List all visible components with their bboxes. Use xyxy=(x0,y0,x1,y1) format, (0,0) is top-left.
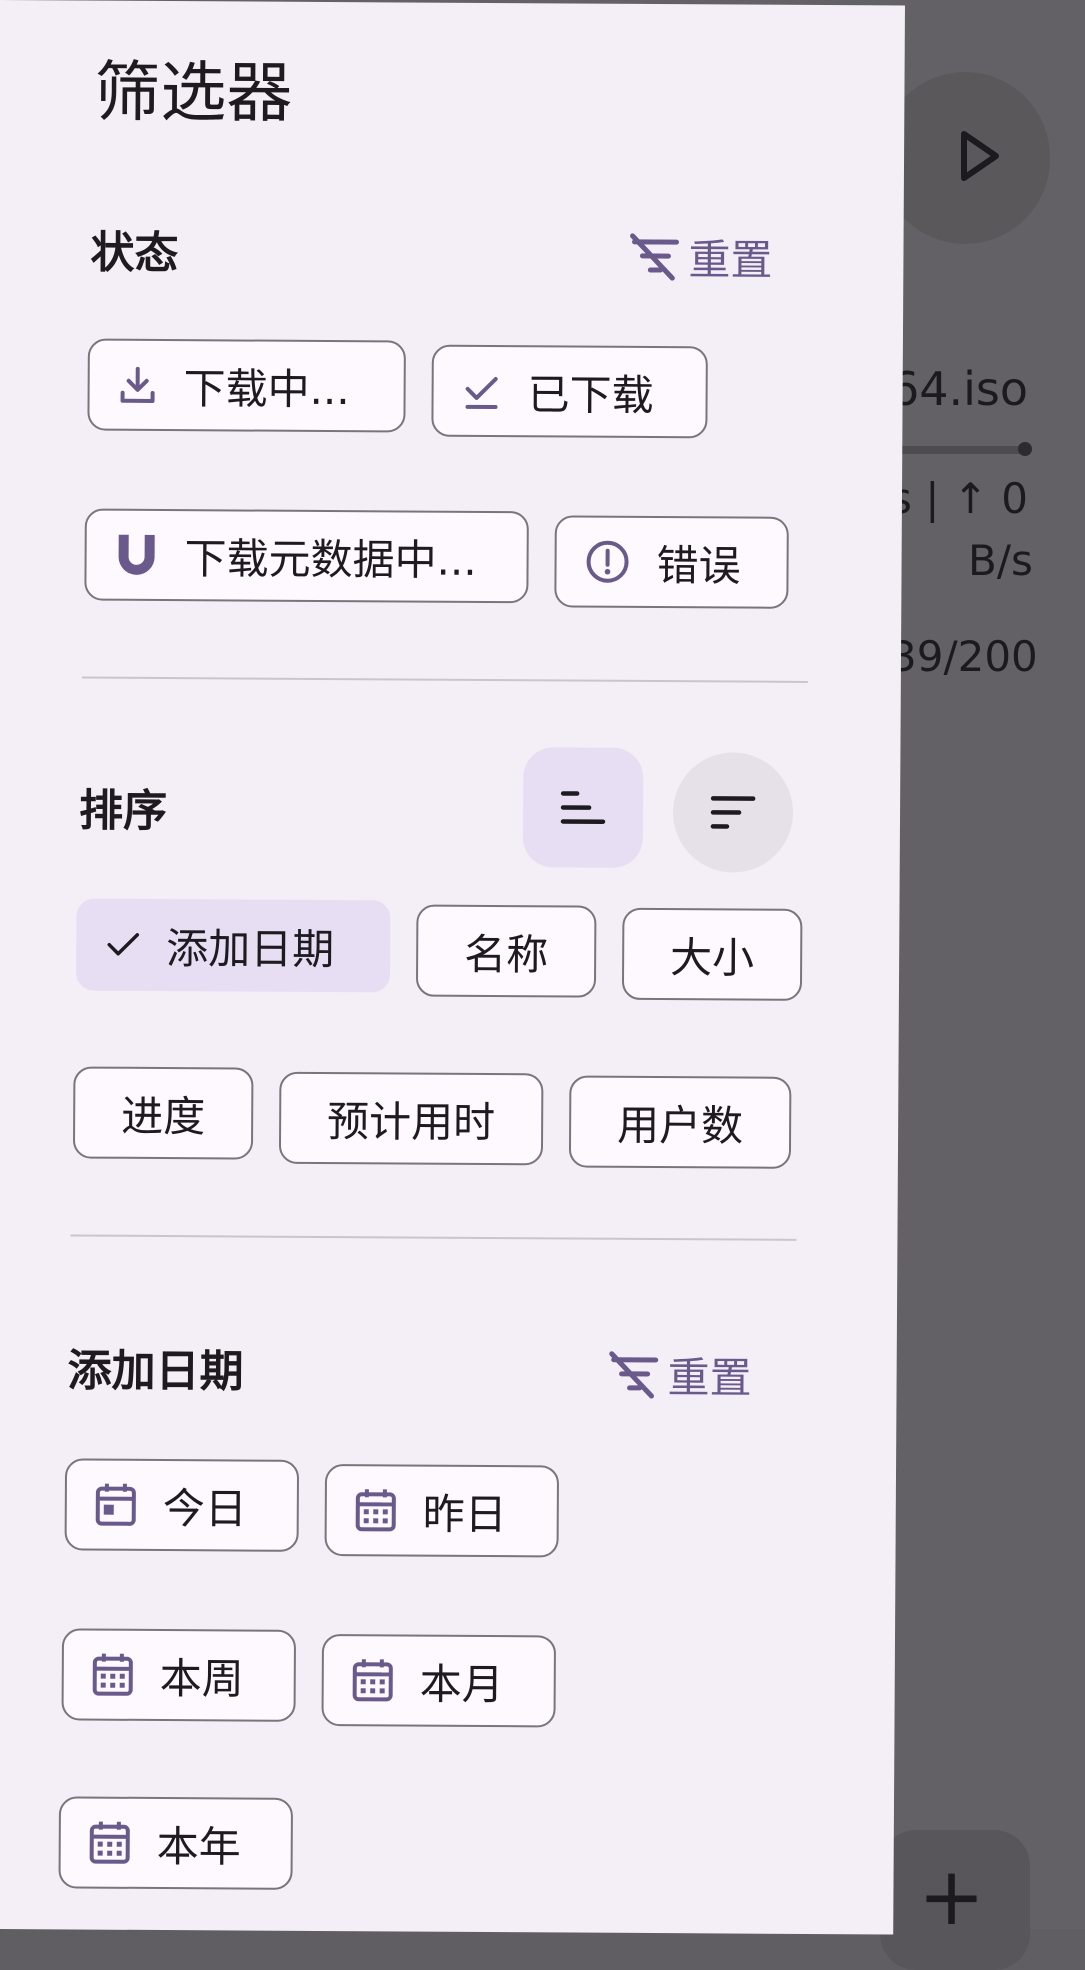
sort-chip-progress[interactable]: 进度 xyxy=(73,1066,254,1159)
sort-chip-date-added[interactable]: 添加日期 xyxy=(76,898,391,992)
play-icon xyxy=(958,130,1002,182)
progress-dot xyxy=(1018,442,1032,456)
section-divider xyxy=(70,1234,796,1240)
sort-chip-name[interactable]: 名称 xyxy=(416,905,597,998)
chip-downloaded[interactable]: 已下载 xyxy=(431,345,708,439)
sort-ascending-icon xyxy=(559,789,607,825)
sort-chip-eta-label: 预计用时 xyxy=(327,1088,495,1150)
chip-error[interactable]: 错误 xyxy=(554,515,789,608)
drawer-title: 筛选器 xyxy=(94,39,293,136)
download-icon xyxy=(118,365,158,405)
calendar-icon xyxy=(355,1487,397,1533)
play-button xyxy=(880,72,1050,244)
date-reset-button[interactable]: 重置 xyxy=(607,1344,751,1406)
sort-section-title: 排序 xyxy=(79,774,167,839)
section-divider xyxy=(82,677,808,683)
sort-chip-progress-label: 进度 xyxy=(121,1082,205,1144)
status-reset-label: 重置 xyxy=(688,226,772,288)
date-chip-yesterday-label: 昨日 xyxy=(423,1480,507,1542)
check-icon xyxy=(106,931,140,959)
speed-text: s | ↑ 0 xyxy=(890,474,1028,523)
sort-ascending-button[interactable] xyxy=(523,747,644,868)
chip-downloading-metadata-label: 下载元数据中... xyxy=(184,525,476,588)
chip-downloading-metadata[interactable]: 下载元数据中... xyxy=(84,509,529,604)
magnet-icon xyxy=(114,531,158,579)
sort-chip-size-label: 大小 xyxy=(670,924,754,986)
calendar-icon xyxy=(89,1820,131,1866)
sort-chip-peers[interactable]: 用户数 xyxy=(569,1075,792,1168)
date-chip-this-month[interactable]: 本月 xyxy=(321,1634,556,1727)
add-fab: + xyxy=(880,1830,1030,1970)
chip-downloading-label: 下载中... xyxy=(183,355,349,417)
sort-chip-eta[interactable]: 预计用时 xyxy=(279,1072,544,1166)
progress-bar xyxy=(880,446,1030,454)
chip-downloaded-label: 已下载 xyxy=(527,361,653,423)
sort-chip-size[interactable]: 大小 xyxy=(622,908,803,1001)
date-chip-this-month-label: 本月 xyxy=(420,1650,504,1712)
date-chip-today[interactable]: 今日 xyxy=(65,1458,300,1551)
date-chip-yesterday[interactable]: 昨日 xyxy=(325,1464,560,1557)
date-chip-this-year-label: 本年 xyxy=(157,1812,241,1874)
plus-icon: + xyxy=(918,1850,985,1943)
date-chip-this-week[interactable]: 本周 xyxy=(61,1628,296,1721)
check-icon xyxy=(461,371,501,411)
date-added-section-title: 添加日期 xyxy=(67,1334,243,1399)
sort-chip-name-label: 名称 xyxy=(464,920,548,982)
sort-descending-button[interactable] xyxy=(673,752,794,873)
calendar-today-icon xyxy=(95,1482,137,1528)
torrent-name-fragment: 64.iso xyxy=(890,362,1028,416)
peer-count-text: 39/200 xyxy=(890,632,1038,681)
calendar-icon xyxy=(352,1657,394,1703)
error-icon xyxy=(584,539,630,585)
filter-off-icon xyxy=(607,1349,661,1399)
sort-chip-peers-label: 用户数 xyxy=(617,1091,743,1153)
date-reset-label: 重置 xyxy=(667,1344,751,1406)
date-chip-this-year[interactable]: 本年 xyxy=(58,1796,293,1889)
sort-descending-icon xyxy=(709,794,757,830)
speed-unit-text: B/s xyxy=(968,536,1033,585)
date-chip-today-label: 今日 xyxy=(163,1475,247,1537)
chip-downloading[interactable]: 下载中... xyxy=(87,339,406,433)
filter-drawer: 筛选器 状态 重置 下载中... xyxy=(0,0,905,1934)
chip-error-label: 错误 xyxy=(656,532,740,594)
filter-off-icon xyxy=(628,231,682,281)
sort-chip-date-added-label: 添加日期 xyxy=(166,915,334,977)
calendar-icon xyxy=(92,1652,134,1698)
date-chip-this-week-label: 本周 xyxy=(160,1645,244,1707)
status-section-title: 状态 xyxy=(90,217,178,282)
status-reset-button[interactable]: 重置 xyxy=(628,226,772,288)
